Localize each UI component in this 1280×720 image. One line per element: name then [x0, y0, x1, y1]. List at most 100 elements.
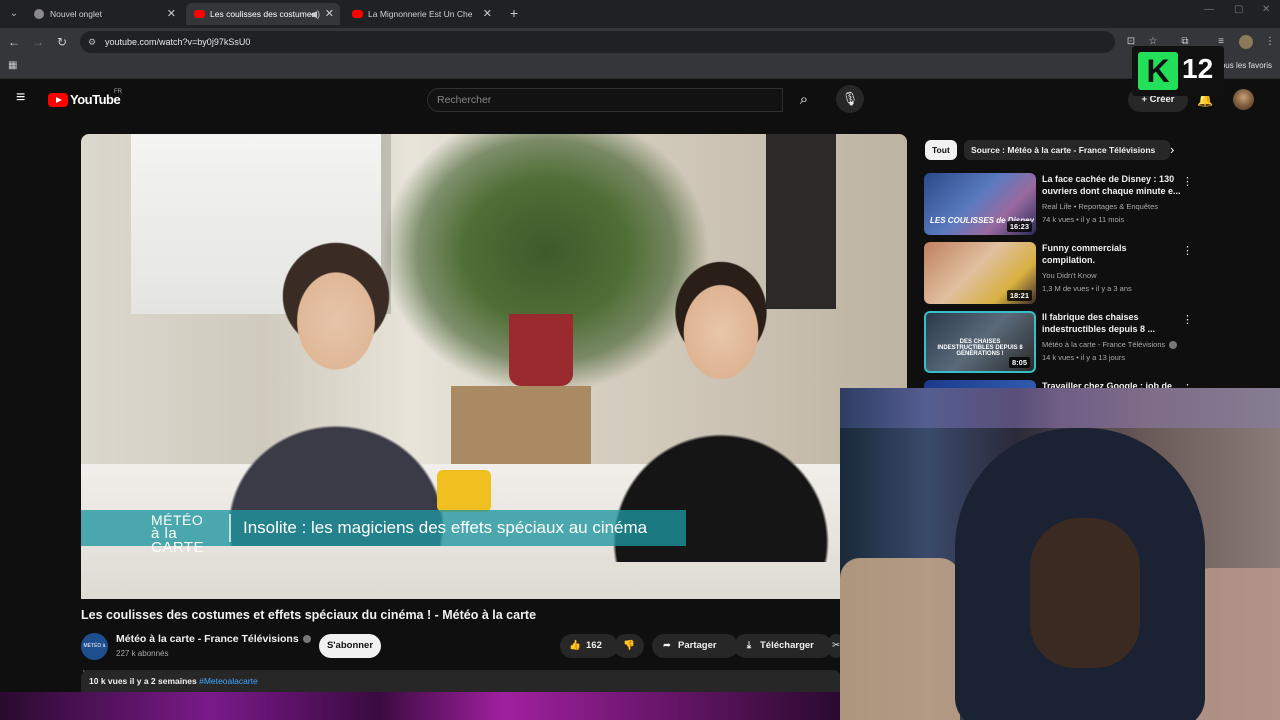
reload-icon[interactable]: ↻	[54, 34, 70, 50]
maximize-icon[interactable]: ▢	[1234, 4, 1243, 15]
kebab-menu-icon[interactable]: ⋮	[1182, 313, 1193, 326]
subscriber-count: 227 k abonnés	[116, 649, 169, 658]
search-icon[interactable]: ⌕	[785, 87, 823, 113]
scene-person-left	[201, 226, 471, 546]
browser-menu-icon[interactable]: ⋮	[1263, 35, 1277, 49]
channel-name-text[interactable]: Météo à la carte - France Télévisions	[116, 633, 299, 645]
badge-number: 12	[1182, 53, 1214, 84]
scene-mug	[437, 470, 491, 512]
recommendation-title[interactable]: Il fabrique des chaises indestructibles …	[1042, 311, 1182, 335]
video-player[interactable]: MÉTÉO à la CARTE Insolite : les magicien…	[81, 134, 907, 599]
webcam-overlay	[840, 388, 1280, 720]
recommendation-meta: 74 k vues • il y a 11 mois	[1042, 215, 1125, 224]
chrome-favicon-icon	[34, 9, 44, 19]
site-info-icon[interactable]: ⚙	[88, 36, 100, 48]
browser-tab-bar: ⌄ Nouvel onglet ✕ Les coulisses des cost…	[0, 0, 1280, 28]
thumbs-down-icon: 👎	[623, 640, 635, 651]
duration-badge: 16:23	[1006, 221, 1032, 232]
recommendation-channel[interactable]: Météo à la carte - France Télévisions	[1042, 340, 1178, 350]
like-count: 162	[586, 640, 602, 651]
country-code: FR	[114, 89, 122, 95]
address-toolbar: ← → ↻ ⚙ youtube.com/watch?v=by0j97kSsU0 …	[0, 28, 1280, 56]
tab-title: Les coulisses des costumes	[210, 9, 314, 19]
duration-badge: 8:05	[1008, 357, 1030, 368]
new-tab-button[interactable]: +	[506, 4, 522, 22]
minimize-icon[interactable]: —	[1204, 4, 1214, 15]
close-tab-icon[interactable]: ✕	[325, 3, 334, 25]
download-button[interactable]: ⤓ Télécharger	[734, 634, 832, 658]
tab-title: La Mignonnerie Est Un Chef D'	[368, 9, 472, 19]
chip-all[interactable]: Tout	[925, 140, 957, 160]
hamburger-icon[interactable]: ≡	[16, 90, 32, 106]
lower-third-text: Insolite : les magiciens des effets spéc…	[243, 518, 648, 537]
search-input[interactable]: Rechercher	[427, 88, 783, 112]
recommendation-item[interactable]: LES COULISSES de Disney 16:23 La face ca…	[924, 173, 1274, 237]
thumbnail-label: DES CHAISES INDESTRUCTIBLES DEPUIS 8 GÉN…	[937, 339, 1023, 357]
thumbs-up-icon: 👍	[569, 640, 581, 651]
channel-text[interactable]: Météo à la carte - France Télévisions	[1042, 340, 1165, 349]
recommendation-channel[interactable]: You Didn't Know	[1042, 271, 1097, 280]
bookmarks-bar: ▦ Tous les favoris	[0, 56, 1280, 79]
tab-new-tab[interactable]: Nouvel onglet ✕	[26, 3, 182, 25]
scene-pot	[509, 314, 573, 386]
verified-icon	[302, 635, 311, 644]
recommendation-channel[interactable]: Real Life • Reportages & Enquêtes	[1042, 202, 1158, 211]
youtube-favicon-icon	[352, 10, 363, 18]
recommendation-item[interactable]: 18:21 Funny commercials compilation. You…	[924, 242, 1274, 306]
hashtag-link[interactable]: #Meteoalacarte	[199, 676, 258, 686]
back-icon[interactable]: ←	[6, 34, 22, 50]
share-button[interactable]: ➦ Partager	[652, 634, 738, 658]
video-thumbnail[interactable]: LES COULISSES de Disney 16:23	[924, 173, 1036, 235]
description-box[interactable]: 10 k vues il y a 2 semaines #Meteoalacar…	[81, 670, 841, 692]
speaker-icon[interactable]: ◀)	[310, 3, 320, 25]
like-button[interactable]: 👍 162	[560, 634, 618, 658]
dislike-button[interactable]: 👎	[614, 634, 644, 658]
close-tab-icon[interactable]: ✕	[167, 3, 176, 25]
youtube-header: ≡ YouTube FR Rechercher ⌕ 🎙 + Créer 🔔	[0, 80, 1280, 120]
subscribe-button[interactable]: S'abonner	[319, 634, 381, 658]
chip-source[interactable]: Source : Météo à la carte - France Télév…	[964, 140, 1170, 160]
close-window-icon[interactable]: ✕	[1262, 4, 1270, 15]
lower-third-divider	[229, 514, 231, 542]
forward-icon[interactable]: →	[30, 34, 46, 50]
youtube-favicon-icon	[194, 10, 205, 18]
recommendation-meta: 14 k vues • il y a 13 jours	[1042, 353, 1126, 362]
kebab-menu-icon[interactable]: ⋮	[1182, 244, 1193, 257]
tab-title: Nouvel onglet	[50, 9, 102, 19]
lower-third-logo: MÉTÉO à la CARTE	[151, 513, 225, 555]
video-title: Les coulisses des costumes et effets spé…	[81, 608, 537, 622]
close-tab-icon[interactable]: ✕	[483, 3, 492, 25]
views-date: 10 k vues il y a 2 semaines	[89, 676, 197, 686]
apps-grid-icon[interactable]: ▦	[8, 61, 18, 71]
webcam-lights	[840, 388, 1280, 428]
channel-name[interactable]: Météo à la carte - France Télévisions	[116, 633, 311, 645]
channel-avatar[interactable]: MÉTÉO à la CARTE	[81, 633, 108, 676]
url-text[interactable]: youtube.com/watch?v=by0j97kSsU0	[105, 31, 250, 53]
recommendation-item[interactable]: DES CHAISES INDESTRUCTIBLES DEPUIS 8 GÉN…	[924, 311, 1274, 375]
duration-badge: 18:21	[1006, 290, 1032, 301]
youtube-play-icon	[48, 93, 68, 107]
recommendation-title[interactable]: La face cachée de Disney : 130 ouvriers …	[1042, 173, 1182, 197]
chevron-right-icon[interactable]: ›	[1170, 142, 1174, 157]
bottom-visual-strip	[0, 692, 840, 720]
tab-search-icon[interactable]: ⌄	[6, 6, 22, 22]
profile-avatar[interactable]	[1239, 35, 1253, 49]
kebab-menu-icon[interactable]: ⋮	[1182, 175, 1193, 188]
download-label: Télécharger	[760, 640, 814, 651]
omnibox[interactable]: ⚙ youtube.com/watch?v=by0j97kSsU0	[80, 31, 1115, 53]
description-meta: 10 k vues il y a 2 semaines #Meteoalacar…	[89, 670, 258, 692]
tab-other-video[interactable]: La Mignonnerie Est Un Chef D' ✕	[344, 3, 498, 25]
video-thumbnail[interactable]: DES CHAISES INDESTRUCTIBLES DEPUIS 8 GÉN…	[924, 311, 1036, 373]
webcam-sofa-left	[840, 558, 960, 720]
logo-line-2: à la CARTE	[151, 525, 205, 556]
mic-icon[interactable]: 🎙	[836, 85, 864, 113]
recommendation-meta: 1,3 M de vues • il y a 3 ans	[1042, 284, 1132, 293]
video-thumbnail[interactable]: 18:21	[924, 242, 1036, 304]
channel-overlay-badge: K 12	[1132, 46, 1224, 96]
video-lower-third: MÉTÉO à la CARTE Insolite : les magicien…	[81, 510, 686, 555]
all-bookmarks-label[interactable]: Tous les favoris	[1217, 61, 1272, 70]
user-avatar[interactable]	[1233, 89, 1254, 110]
recommendation-title[interactable]: Funny commercials compilation.	[1042, 242, 1182, 266]
tab-current-video[interactable]: Les coulisses des costumes ◀) ✕	[186, 3, 340, 25]
share-label: Partager	[678, 640, 717, 651]
